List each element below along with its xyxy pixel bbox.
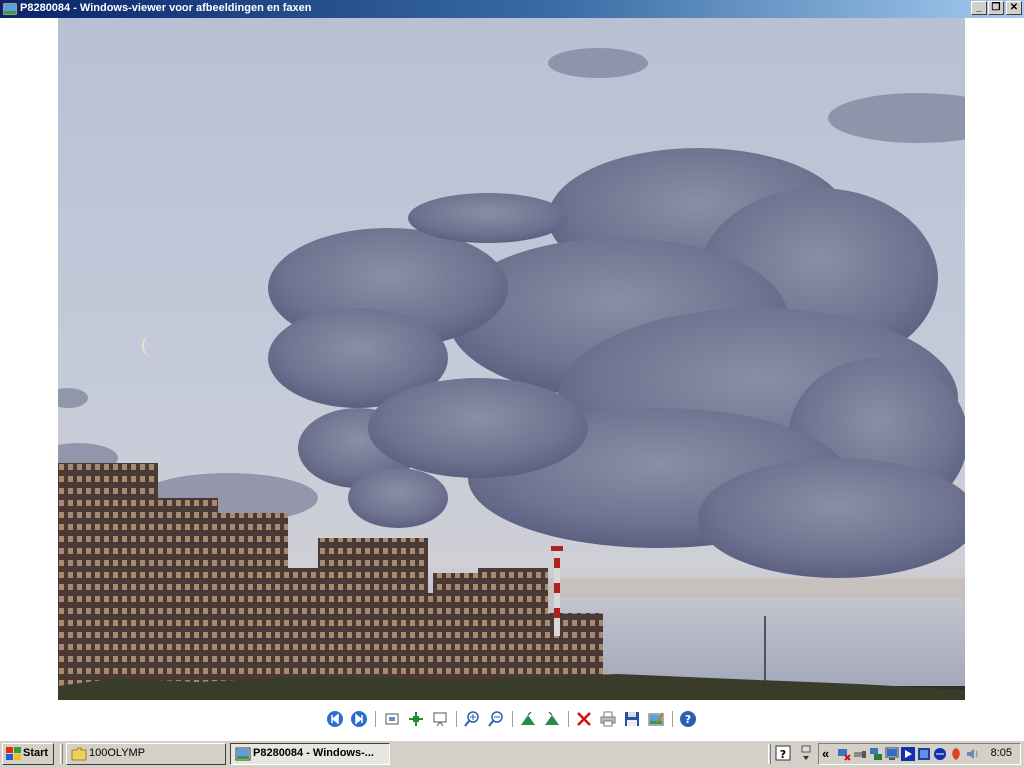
sound-card-icon[interactable]	[933, 747, 947, 761]
help-icon[interactable]: ?	[679, 710, 697, 728]
slideshow-icon[interactable]	[431, 710, 449, 728]
task-image-viewer[interactable]: P8280084 - Windows-...	[230, 743, 390, 765]
restore-button[interactable]: ❐	[988, 1, 1004, 15]
system-tray: « 8:05	[818, 743, 1021, 765]
actual-size-icon[interactable]	[407, 710, 425, 728]
tray-expand-button[interactable]: «	[822, 746, 829, 761]
image-viewer-icon	[2, 2, 18, 16]
svg-text:?: ?	[780, 748, 786, 761]
window-title: P8280084 - Windows-viewer voor afbeeldin…	[20, 2, 312, 14]
toolbar-separator	[568, 711, 570, 727]
previous-icon[interactable]	[326, 710, 344, 728]
toolbar-separator	[375, 711, 377, 727]
toolbar-separator	[456, 711, 458, 727]
windows-logo-icon	[6, 747, 21, 760]
folder-icon	[71, 747, 87, 761]
print-icon[interactable]	[599, 710, 617, 728]
taskbar-grip[interactable]	[768, 744, 771, 764]
title-bar[interactable]: P8280084 - Windows-viewer voor afbeeldin…	[0, 0, 1024, 18]
antivirus-icon[interactable]	[949, 747, 963, 761]
help-quicklaunch-icon[interactable]: ?	[775, 745, 791, 761]
rotate-counterclockwise-icon[interactable]	[543, 710, 561, 728]
delete-icon[interactable]	[575, 710, 593, 728]
image-display[interactable]	[58, 18, 965, 700]
usb-device-icon[interactable]	[853, 747, 867, 761]
zoom-out-icon[interactable]	[487, 710, 505, 728]
task-label: P8280084 - Windows-...	[253, 747, 374, 759]
volume-icon[interactable]	[965, 747, 979, 761]
toolbar-separator	[672, 711, 674, 727]
taskbar: Start 100OLYMP P8280084 - Windows-... ? …	[0, 740, 1024, 768]
start-button[interactable]: Start	[2, 743, 54, 765]
best-fit-icon[interactable]	[383, 710, 401, 728]
computer-icon[interactable]	[885, 747, 899, 761]
minimize-button[interactable]: _	[971, 1, 987, 15]
close-button[interactable]: ✕	[1006, 1, 1022, 15]
language-icon[interactable]	[799, 745, 813, 763]
display-icon[interactable]	[917, 747, 931, 761]
start-label: Start	[23, 747, 49, 759]
next-icon[interactable]	[350, 710, 368, 728]
image-viewer-icon	[235, 747, 251, 761]
task-100olymp[interactable]: 100OLYMP	[66, 743, 226, 765]
task-label: 100OLYMP	[89, 747, 146, 759]
network-icon[interactable]	[869, 747, 883, 761]
network-disconnected-icon[interactable]	[837, 747, 851, 761]
rotate-clockwise-icon[interactable]	[519, 710, 537, 728]
clock[interactable]: 8:05	[991, 747, 1012, 759]
svg-text:?: ?	[685, 713, 691, 726]
save-icon[interactable]	[623, 710, 641, 728]
viewer-toolbar: ?	[0, 707, 1024, 731]
photo	[58, 18, 965, 700]
toolbar-separator	[512, 711, 514, 727]
edit-icon[interactable]	[647, 710, 665, 728]
media-player-icon[interactable]	[901, 747, 915, 761]
zoom-in-icon[interactable]	[463, 710, 481, 728]
taskbar-grip[interactable]	[60, 744, 63, 764]
